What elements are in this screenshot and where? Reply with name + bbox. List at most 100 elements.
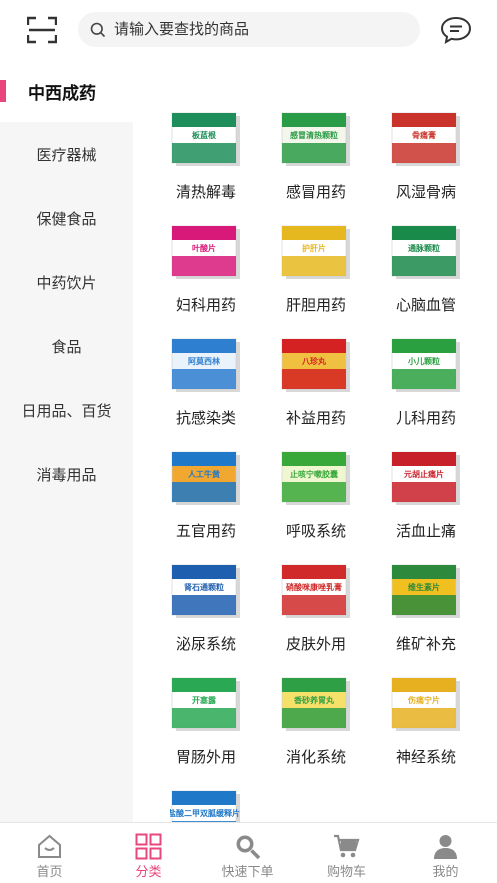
- sidebar-item-label: 中西成药: [28, 84, 96, 104]
- box-title-text: 板蓝根: [192, 130, 216, 140]
- product-category-label: 活血止痛: [395, 522, 456, 540]
- box-title-text: 叶酸片: [192, 243, 216, 253]
- product-category-item[interactable]: 阿莫西林 抗感染类: [153, 336, 259, 446]
- grid-icon: [135, 833, 162, 860]
- medicine-box-image: 护肝片: [281, 225, 350, 279]
- box-title-text: 香砂养胃丸: [293, 695, 335, 705]
- medicine-box-image: 板蓝根: [171, 112, 240, 166]
- product-category-label: 消化系统: [285, 748, 346, 766]
- medicine-box-image: 元胡止痛片: [391, 451, 460, 505]
- medicine-box-image: 开塞露: [171, 677, 240, 731]
- product-category-item[interactable]: 维生素片 维矿补充: [373, 562, 479, 672]
- box-title-text: 维生素片: [408, 582, 440, 592]
- product-category-item[interactable]: 骨痛膏 风湿骨病: [373, 110, 479, 220]
- product-category-item[interactable]: 元胡止痛片 活血止痛: [373, 449, 479, 559]
- tab-quick-order[interactable]: 快速下单: [198, 823, 297, 883]
- category-sidebar: 中西成药 医疗器械 保健食品 中药饮片 食品 日用品、百货 消毒用品: [0, 60, 133, 822]
- medicine-box-image: 骨痛膏: [391, 112, 460, 166]
- product-category-item[interactable]: 肾石通颗粒 泌尿系统: [153, 562, 259, 672]
- tab-home[interactable]: 首页: [0, 823, 99, 883]
- box-title-text: 元胡止痛片: [404, 469, 444, 479]
- box-title-text: 通脉颗粒: [408, 243, 440, 253]
- tab-label: 快速下单: [221, 865, 274, 880]
- scan-icon[interactable]: [27, 16, 57, 44]
- product-category-label: 维矿补充: [395, 635, 456, 653]
- product-category-item[interactable]: 开塞露 胃肠外用: [153, 675, 259, 785]
- medicine-box-image: 香砂养胃丸: [281, 677, 350, 731]
- sidebar-item-disinfection[interactable]: 消毒用品: [0, 455, 133, 495]
- box-title-text: 八珍丸: [301, 356, 327, 366]
- product-category-label: 皮肤外用: [285, 635, 346, 653]
- product-category-item[interactable]: 硝酸咪康唑乳膏皮肤外用: [263, 562, 369, 672]
- medicine-box-image: 止咳宁嗽胶囊: [281, 451, 350, 505]
- sidebar-item-medical-devices[interactable]: 医疗器械: [0, 135, 133, 175]
- box-title-text: 硝酸咪康唑乳膏: [286, 582, 342, 592]
- top-header: 请输入要查找的商品: [0, 0, 497, 60]
- product-category-item[interactable]: 香砂养胃丸 消化系统: [263, 675, 369, 785]
- box-title-text: 小儿颗粒: [407, 356, 440, 366]
- product-category-label: 儿科用药: [395, 409, 456, 427]
- box-title-text: 止咳宁嗽胶囊: [290, 469, 339, 479]
- medicine-box-image: 人工牛黄: [171, 451, 240, 505]
- product-category-item[interactable]: 人工牛黄 五官用药: [153, 449, 259, 559]
- product-category-label: 心脑血管: [395, 296, 456, 314]
- search-icon: [90, 22, 106, 38]
- medicine-box-image: 硝酸咪康唑乳膏: [281, 564, 350, 618]
- search-input[interactable]: 请输入要查找的商品: [78, 12, 420, 47]
- tab-category[interactable]: 分类: [99, 823, 198, 883]
- product-category-item[interactable]: 伤痛宁片 神经系统: [373, 675, 479, 785]
- sidebar-item-herbal-slices[interactable]: 中药饮片: [0, 263, 133, 303]
- box-title-text: 感冒清热颗粒: [290, 130, 338, 140]
- message-icon[interactable]: [440, 16, 472, 44]
- product-category-item[interactable]: 板蓝根 清热解毒: [153, 110, 259, 220]
- tab-label: 我的: [432, 865, 459, 880]
- search-placeholder: 请输入要查找的商品: [114, 20, 250, 38]
- bottom-tab-bar: 首页 分类 快速下单 购物车 我的: [0, 822, 497, 883]
- medicine-box-image: 阿莫西林: [171, 338, 240, 392]
- product-category-label: 感冒用药: [285, 183, 346, 201]
- product-category-label: 神经系统: [395, 748, 456, 766]
- product-category-item[interactable]: 护肝片 肝胆用药: [263, 223, 369, 333]
- product-category-label: 五官用药: [175, 522, 236, 540]
- product-category-label: 清热解毒: [175, 183, 236, 201]
- product-category-label: 泌尿系统: [175, 635, 236, 653]
- product-category-item[interactable]: 感冒清热颗粒感冒用药: [263, 110, 369, 220]
- box-title-text: 骨痛膏: [412, 130, 436, 140]
- product-category-item[interactable]: 止咳宁嗽胶囊 呼吸系统: [263, 449, 369, 559]
- product-category-item[interactable]: 八珍丸 补益用药: [263, 336, 369, 446]
- medicine-box-image: 肾石通颗粒: [171, 564, 240, 618]
- box-title-text: 盐酸二甲双胍缓释片: [170, 808, 240, 818]
- medicine-box-image: 维生素片: [391, 564, 460, 618]
- product-category-item[interactable]: 通脉颗粒 心脑血管: [373, 223, 479, 333]
- product-category-label: 风湿骨病: [395, 183, 456, 201]
- home-icon: [38, 834, 61, 858]
- box-title-text: 肾石通颗粒: [184, 582, 224, 592]
- product-category-label: 胃肠外用: [175, 748, 236, 766]
- medicine-box-image: 伤痛宁片: [391, 677, 460, 731]
- box-title-text: 护肝片: [302, 243, 326, 253]
- box-title-text: 伤痛宁片: [407, 695, 440, 705]
- active-indicator: [0, 80, 6, 102]
- cart-icon: [334, 834, 360, 858]
- medicine-box-image: 感冒清热颗粒: [281, 112, 350, 166]
- medicine-box-image: 小儿颗粒: [391, 338, 460, 392]
- sidebar-item-active[interactable]: 中西成药: [0, 60, 133, 122]
- product-category-label: 补益用药: [285, 409, 346, 427]
- medicine-box-image: 八珍丸: [281, 338, 350, 392]
- tab-label: 购物车: [326, 865, 366, 880]
- sidebar-item-health-food[interactable]: 保健食品: [0, 199, 133, 239]
- box-title-text: 人工牛黄: [188, 469, 220, 479]
- search-icon: [236, 835, 261, 860]
- product-category-item[interactable]: 叶酸片 妇科用药: [153, 223, 259, 333]
- medicine-box-image: 通脉颗粒: [391, 225, 460, 279]
- product-category-label: 肝胆用药: [285, 296, 346, 314]
- product-category-label: 妇科用药: [175, 296, 236, 314]
- sidebar-item-daily-goods[interactable]: 日用品、百货: [0, 391, 133, 431]
- sidebar-item-food[interactable]: 食品: [0, 327, 133, 367]
- tab-profile[interactable]: 我的: [396, 823, 495, 883]
- tab-label: 首页: [36, 865, 63, 880]
- product-category-item[interactable]: 小儿颗粒 儿科用药: [373, 336, 479, 446]
- tab-cart[interactable]: 购物车: [297, 823, 396, 883]
- box-title-text: 阿莫西林: [188, 356, 220, 366]
- product-category-label: 抗感染类: [175, 409, 236, 427]
